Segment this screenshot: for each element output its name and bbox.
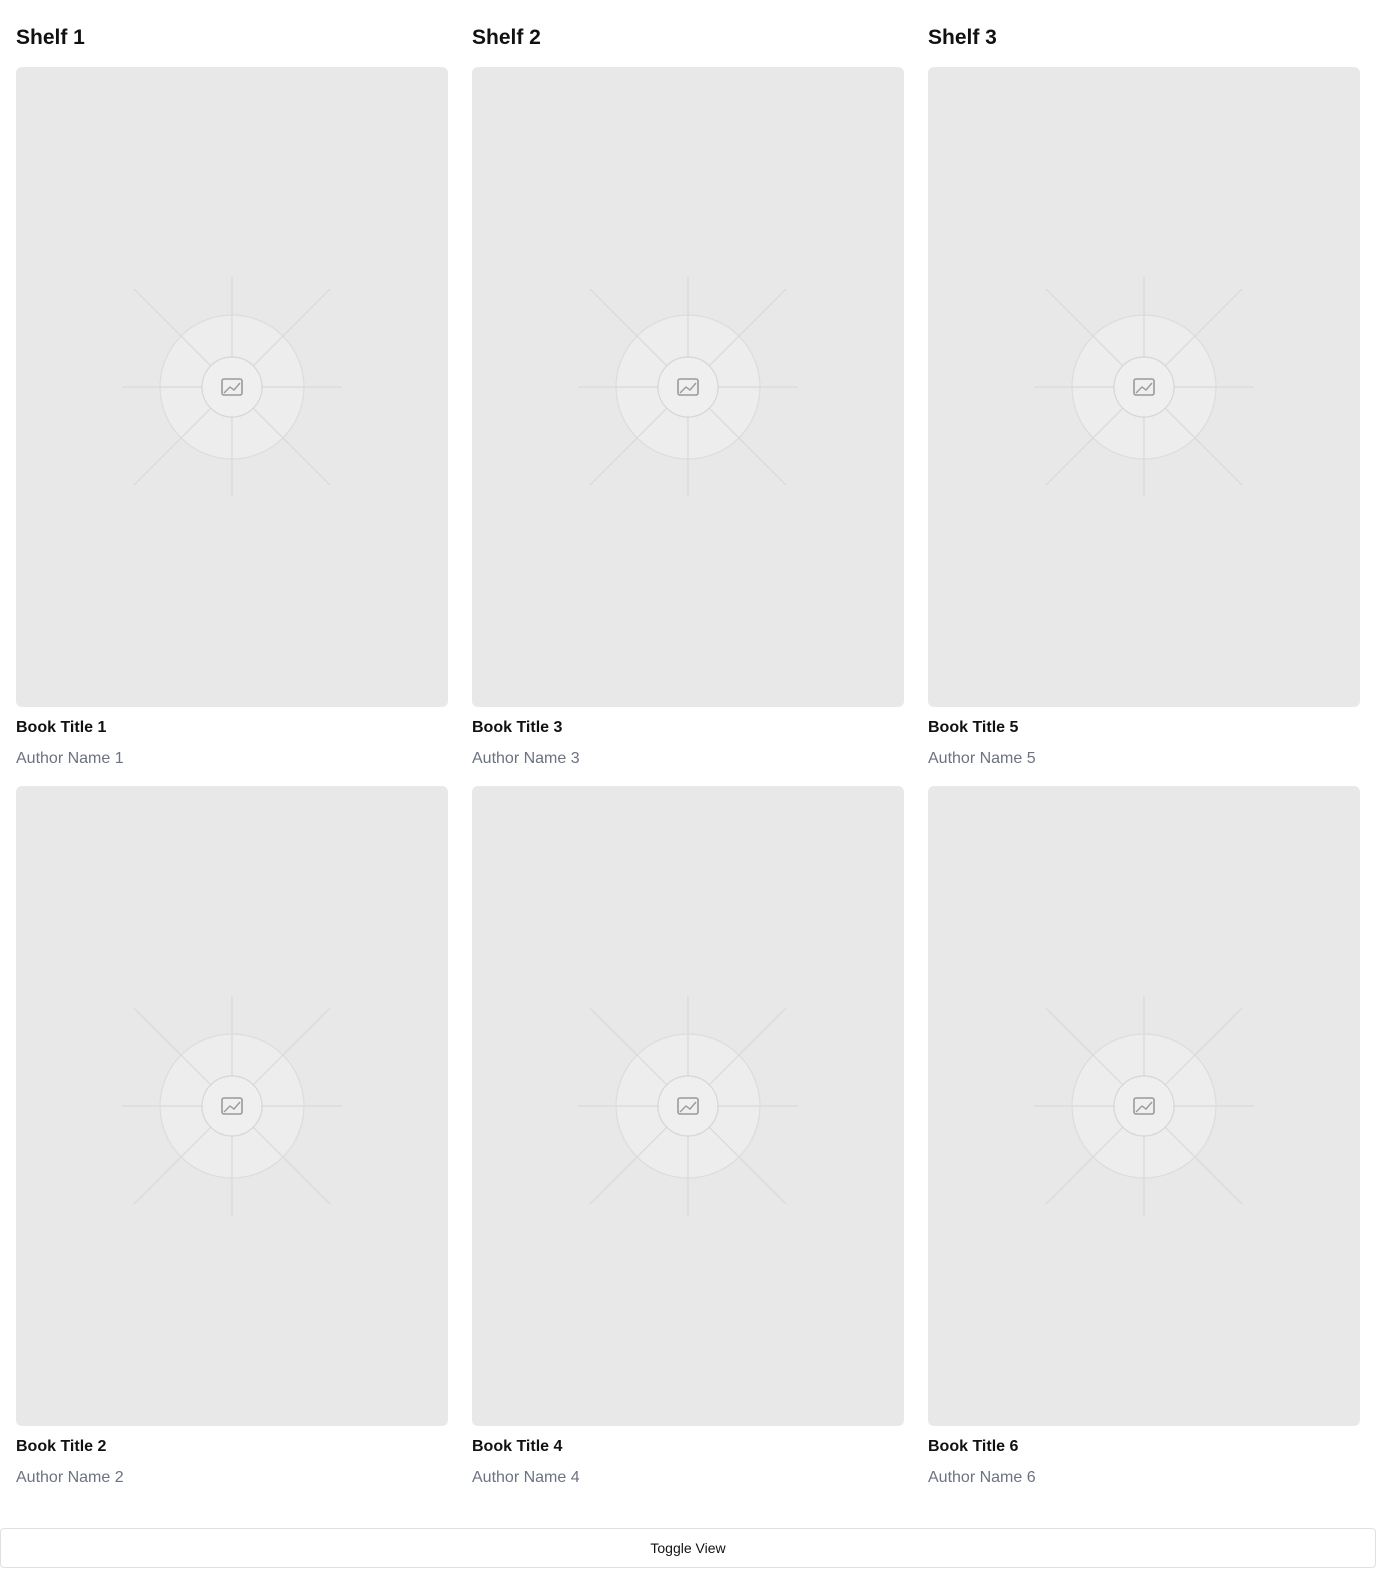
book-author: Author Name 6 bbox=[928, 1469, 1036, 1486]
book-cover[interactable] bbox=[16, 786, 448, 1426]
book-author: Author Name 4 bbox=[472, 1469, 580, 1486]
book-title[interactable]: Book Title 2 bbox=[16, 1437, 448, 1457]
book-title[interactable]: Book Title 6 bbox=[928, 1437, 1360, 1457]
bookshelf-page: Shelf 1 Book Title 1 Author Name 1 Book … bbox=[0, 0, 1376, 1588]
shelf-3: Shelf 3 Book Title 5 Author Name 5 Book … bbox=[928, 24, 1360, 1505]
shelf-title: Shelf 2 bbox=[472, 26, 541, 49]
shelf-1: Shelf 1 Book Title 1 Author Name 1 Book … bbox=[16, 24, 448, 1505]
book-card[interactable]: Book Title 5 Author Name 5 bbox=[928, 67, 1360, 786]
book-cover[interactable] bbox=[16, 67, 448, 707]
shelf-title: Shelf 3 bbox=[928, 26, 997, 49]
book-card[interactable]: Book Title 1 Author Name 1 bbox=[16, 67, 448, 786]
shelf-2: Shelf 2 Book Title 3 Author Name 3 Book … bbox=[472, 24, 904, 1505]
shelf-title: Shelf 1 bbox=[16, 26, 85, 49]
book-card[interactable]: Book Title 6 Author Name 6 bbox=[928, 786, 1360, 1505]
book-card[interactable]: Book Title 3 Author Name 3 bbox=[472, 67, 904, 786]
book-title[interactable]: Book Title 4 bbox=[472, 1437, 904, 1457]
image-placeholder-icon bbox=[578, 996, 798, 1216]
image-placeholder-icon bbox=[1034, 996, 1254, 1216]
book-card[interactable]: Book Title 4 Author Name 4 bbox=[472, 786, 904, 1505]
image-placeholder-icon bbox=[578, 277, 798, 497]
book-title[interactable]: Book Title 5 bbox=[928, 718, 1360, 738]
toggle-view-button[interactable]: Toggle View bbox=[0, 1528, 1376, 1568]
shelves-container: Shelf 1 Book Title 1 Author Name 1 Book … bbox=[16, 24, 1360, 1505]
book-cover[interactable] bbox=[928, 67, 1360, 707]
book-card[interactable]: Book Title 2 Author Name 2 bbox=[16, 786, 448, 1505]
book-author: Author Name 1 bbox=[16, 750, 124, 767]
book-title[interactable]: Book Title 3 bbox=[472, 718, 904, 738]
book-author: Author Name 2 bbox=[16, 1469, 124, 1486]
book-author: Author Name 3 bbox=[472, 750, 580, 767]
book-cover[interactable] bbox=[472, 67, 904, 707]
image-placeholder-icon bbox=[122, 996, 342, 1216]
book-author: Author Name 5 bbox=[928, 750, 1036, 767]
book-cover[interactable] bbox=[928, 786, 1360, 1426]
image-placeholder-icon bbox=[1034, 277, 1254, 497]
book-title[interactable]: Book Title 1 bbox=[16, 718, 448, 738]
image-placeholder-icon bbox=[122, 277, 342, 497]
book-cover[interactable] bbox=[472, 786, 904, 1426]
